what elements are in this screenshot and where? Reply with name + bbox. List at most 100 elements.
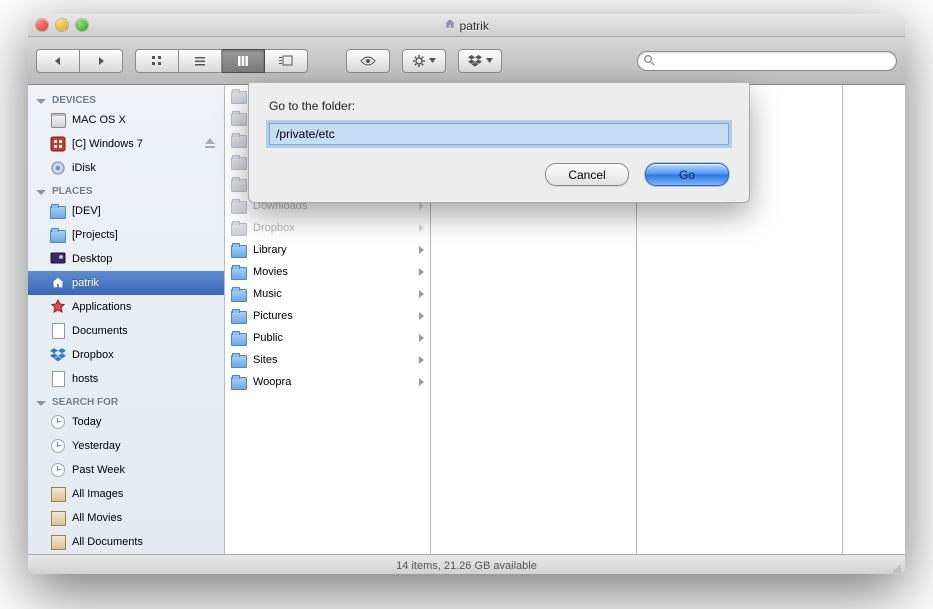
column-4[interactable] bbox=[843, 85, 905, 554]
sidebar-item-label: All Documents bbox=[72, 536, 143, 548]
traffic-lights bbox=[36, 19, 88, 31]
sidebar-item[interactable]: [C] Windows 7 bbox=[28, 132, 224, 156]
list-item[interactable]: Woopra bbox=[225, 371, 430, 393]
sidebar-item[interactable]: All Images bbox=[28, 482, 224, 506]
window-title: patrik bbox=[28, 18, 905, 33]
chevron-right-icon bbox=[419, 246, 424, 254]
sidebar-item[interactable]: [DEV] bbox=[28, 199, 224, 223]
list-item[interactable]: Music bbox=[225, 283, 430, 305]
disclosure-triangle-icon bbox=[36, 401, 46, 406]
sidebar-item[interactable]: hosts bbox=[28, 367, 224, 391]
list-item[interactable]: Dropbox bbox=[225, 217, 430, 239]
dropbox-icon bbox=[468, 55, 482, 67]
cancel-button[interactable]: Cancel bbox=[545, 163, 629, 186]
clock-icon bbox=[50, 462, 66, 478]
folder-icon bbox=[231, 286, 247, 302]
sidebar-item[interactable]: Past Week bbox=[28, 458, 224, 482]
applications-icon bbox=[50, 299, 66, 315]
forward-button[interactable] bbox=[80, 49, 123, 73]
sidebar-item[interactable]: Today bbox=[28, 410, 224, 434]
sidebar-item-label: Yesterday bbox=[72, 440, 121, 452]
folder-icon bbox=[231, 242, 247, 258]
coverflow-view-button[interactable] bbox=[265, 49, 308, 73]
sidebar-item[interactable]: iDisk bbox=[28, 156, 224, 180]
sidebar-item[interactable]: patrik bbox=[28, 271, 224, 295]
sidebar-item[interactable]: Yesterday bbox=[28, 434, 224, 458]
status-text: 14 items, 21.26 GB available bbox=[396, 560, 537, 572]
search-field-wrap bbox=[637, 51, 897, 71]
sidebar-section-header[interactable]: DEVICES bbox=[28, 89, 224, 108]
sidebar-section-header[interactable]: SEARCH FOR bbox=[28, 391, 224, 410]
sidebar[interactable]: DEVICES MAC OS X [C] Windows 7 iDisk PLACES [… bbox=[28, 85, 225, 554]
list-item[interactable]: Sites bbox=[225, 349, 430, 371]
sidebar-item[interactable]: Applications bbox=[28, 295, 224, 319]
sidebar-item-label: [Projects] bbox=[72, 229, 118, 241]
chevron-right-icon bbox=[419, 202, 424, 210]
home-icon bbox=[444, 19, 459, 33]
smart-folder-icon bbox=[50, 486, 66, 502]
sidebar-item-label: Dropbox bbox=[72, 349, 114, 361]
sidebar-item[interactable]: Dropbox bbox=[28, 343, 224, 367]
harddrive-icon bbox=[50, 112, 66, 128]
disclosure-triangle-icon bbox=[36, 190, 46, 195]
sidebar-item-label: Documents bbox=[72, 325, 128, 337]
action-menu-button[interactable] bbox=[402, 49, 446, 73]
dropbox-menu-button[interactable] bbox=[458, 49, 502, 73]
titlebar: patrik bbox=[28, 14, 905, 37]
list-item-label: Library bbox=[253, 244, 413, 256]
chevron-right-icon bbox=[419, 290, 424, 298]
close-button[interactable] bbox=[36, 19, 48, 31]
eject-icon[interactable] bbox=[204, 137, 216, 152]
home-icon bbox=[50, 275, 66, 291]
chevron-down-icon bbox=[429, 58, 436, 63]
sidebar-item[interactable]: Desktop bbox=[28, 247, 224, 271]
list-item[interactable]: Public bbox=[225, 327, 430, 349]
list-item[interactable]: Pictures bbox=[225, 305, 430, 327]
sidebar-section-title: DEVICES bbox=[52, 95, 96, 106]
sidebar-item-label: MAC OS X bbox=[72, 114, 126, 126]
smart-folder-icon bbox=[50, 510, 66, 526]
gear-icon bbox=[413, 55, 425, 67]
folder-icon bbox=[231, 264, 247, 280]
sidebar-item-label: Today bbox=[72, 416, 101, 428]
icon-view-button[interactable] bbox=[135, 49, 179, 73]
minimize-button[interactable] bbox=[56, 19, 68, 31]
sidebar-section-title: PLACES bbox=[52, 186, 93, 197]
list-item-label: Woopra bbox=[253, 376, 413, 388]
sidebar-item[interactable]: MAC OS X bbox=[28, 108, 224, 132]
folder-path-input[interactable] bbox=[269, 123, 729, 145]
sidebar-item[interactable]: [Projects] bbox=[28, 223, 224, 247]
clock-icon bbox=[50, 438, 66, 454]
sidebar-item-label: [C] Windows 7 bbox=[72, 138, 143, 150]
resize-grip[interactable] bbox=[890, 562, 902, 574]
zoom-button[interactable] bbox=[76, 19, 88, 31]
sidebar-section-header[interactable]: PLACES bbox=[28, 180, 224, 199]
go-button[interactable]: Go bbox=[645, 163, 729, 186]
list-item-label: Dropbox bbox=[253, 222, 413, 234]
folder-icon bbox=[231, 110, 247, 126]
sidebar-item[interactable]: All Movies bbox=[28, 506, 224, 530]
folder-icon bbox=[231, 220, 247, 236]
go-to-folder-sheet: Go to the folder: Cancel Go bbox=[248, 83, 750, 203]
list-item-label: Public bbox=[253, 332, 413, 344]
sidebar-item[interactable]: Documents bbox=[28, 319, 224, 343]
windows-drive-icon bbox=[50, 136, 66, 152]
list-item[interactable]: Library bbox=[225, 239, 430, 261]
sidebar-item-label: All Images bbox=[72, 488, 123, 500]
quicklook-button[interactable] bbox=[346, 49, 390, 73]
list-item-label: Movies bbox=[253, 266, 413, 278]
column-view-button[interactable] bbox=[222, 49, 265, 73]
sidebar-item-label: All Movies bbox=[72, 512, 122, 524]
folder-icon bbox=[231, 308, 247, 324]
folder-icon bbox=[231, 352, 247, 368]
sidebar-item[interactable]: All Documents bbox=[28, 530, 224, 554]
chevron-right-icon bbox=[419, 224, 424, 232]
folder-icon bbox=[231, 374, 247, 390]
sidebar-item-label: hosts bbox=[72, 373, 98, 385]
back-button[interactable] bbox=[36, 49, 80, 73]
list-view-button[interactable] bbox=[179, 49, 222, 73]
chevron-right-icon bbox=[419, 312, 424, 320]
list-item[interactable]: Movies bbox=[225, 261, 430, 283]
search-input[interactable] bbox=[637, 51, 897, 71]
sidebar-item-label: [DEV] bbox=[72, 205, 101, 217]
